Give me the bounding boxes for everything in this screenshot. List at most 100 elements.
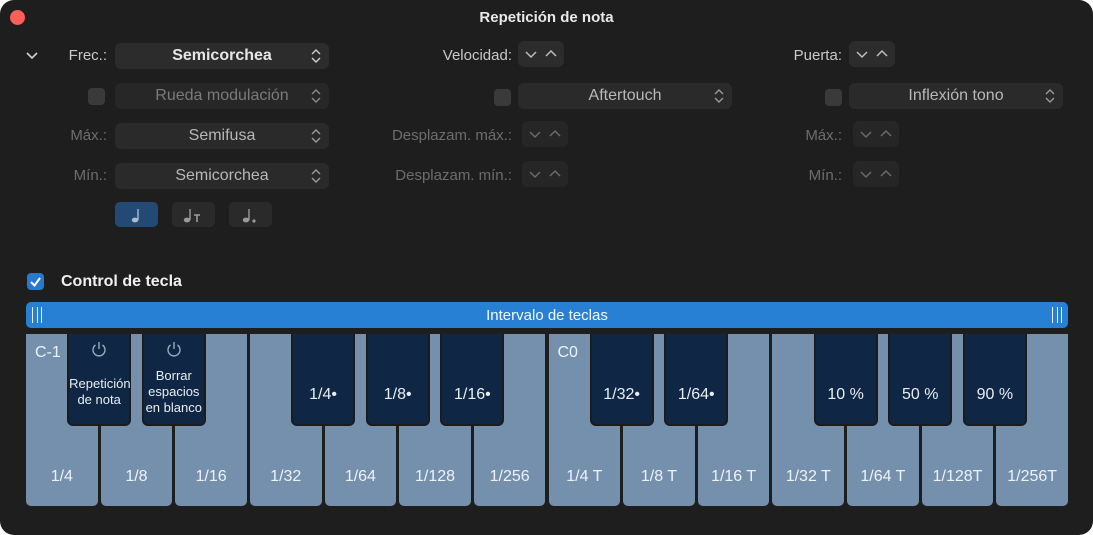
- white-key-label: 1/16: [195, 468, 227, 485]
- gate-modulation-value: Inflexión tono: [908, 87, 1004, 104]
- rate-max-popup[interactable]: Semifusa: [115, 123, 329, 149]
- black-key-label: 90 %: [976, 386, 1014, 403]
- chevron-down-icon[interactable]: [526, 165, 544, 183]
- key-range-bar[interactable]: Intervalo de teclas: [26, 302, 1068, 328]
- chevron-up-icon[interactable]: [877, 165, 895, 183]
- note-repeater-window: Repetición de nota Frec.: Semicorchea Ru…: [0, 0, 1093, 535]
- rate-max-value: Semifusa: [188, 127, 256, 144]
- black-key[interactable]: Repetición de nota: [67, 334, 132, 426]
- black-key[interactable]: Borrar espacios en blanco: [141, 334, 206, 426]
- white-key-label: 1/32 T: [785, 468, 831, 485]
- white-key-label: 1/128: [415, 468, 456, 485]
- rate-label: Frec.:: [68, 47, 107, 64]
- black-key-label: 10 %: [827, 386, 864, 403]
- black-key-label: 50 %: [901, 386, 939, 403]
- note-type-triplet-button[interactable]: [172, 202, 215, 227]
- updown-arrows-icon: [311, 169, 321, 183]
- black-key-label: 1/64•: [677, 386, 715, 403]
- white-key-label: 1/64 T: [860, 468, 906, 485]
- rate-min-popup[interactable]: Semicorchea: [115, 163, 329, 189]
- range-end-handle[interactable]: [1052, 307, 1062, 323]
- updown-arrows-icon: [311, 129, 321, 143]
- white-key-label: 1/128T: [932, 468, 983, 485]
- updown-arrows-icon: [311, 89, 321, 103]
- gate-min-label: Mín.:: [808, 167, 842, 184]
- white-key-label: 1/8: [125, 468, 148, 485]
- chevron-up-icon[interactable]: [877, 125, 895, 143]
- power-icon: [92, 342, 106, 357]
- black-key-label: Borrar espacios en blanco: [145, 368, 202, 415]
- rate-modulation-value: Rueda modulación: [155, 87, 289, 104]
- velocity-min-label: Desplazam. mín.:: [395, 167, 512, 184]
- gate-min-stepper[interactable]: [853, 161, 899, 187]
- rate-min-value: Semicorchea: [175, 167, 269, 184]
- updown-arrows-icon: [1045, 89, 1055, 103]
- checkmark-icon: [30, 277, 41, 288]
- window-title: Repetición de nota: [479, 9, 614, 26]
- chevron-down-icon[interactable]: [24, 48, 40, 64]
- white-key-label: 1/32: [270, 468, 302, 485]
- white-key-label: 1/256T: [1007, 468, 1058, 485]
- key-control-label: Control de tecla: [61, 273, 182, 290]
- chevron-down-icon[interactable]: [853, 45, 871, 63]
- black-key[interactable]: 1/4•: [291, 334, 356, 426]
- black-key[interactable]: 50 %: [888, 334, 953, 426]
- note-type-dotted-button[interactable]: [229, 202, 272, 227]
- velocity-label: Velocidad:: [442, 47, 512, 64]
- velocity-modulation-popup[interactable]: Aftertouch: [518, 83, 732, 109]
- velocity-max-label: Desplazam. máx.:: [391, 127, 512, 144]
- velocity-modulation-value: Aftertouch: [588, 87, 662, 104]
- black-key-label: Repetición de nota: [69, 376, 131, 407]
- octave-label: C0: [557, 344, 578, 361]
- velocity-stepper[interactable]: [518, 41, 564, 67]
- triplet-note-icon: [183, 208, 200, 222]
- chevron-up-icon[interactable]: [546, 125, 564, 143]
- gate-max-stepper[interactable]: [853, 121, 899, 147]
- black-key-label: 1/4•: [309, 386, 337, 403]
- black-key-label: 1/32•: [603, 386, 641, 403]
- black-key[interactable]: 1/32•: [589, 334, 654, 426]
- updown-arrows-icon: [311, 49, 321, 63]
- dotted-note-icon: [242, 208, 256, 223]
- keyboard: 1/4 C-1 1/8 1/16 1/32 1/64 1/128 1/256 1/4 T C0 1/…: [26, 334, 1068, 506]
- rate-modulation-checkbox[interactable]: [88, 88, 105, 105]
- black-key[interactable]: 1/8•: [365, 334, 430, 426]
- range-start-handle[interactable]: [32, 307, 42, 323]
- black-key[interactable]: 1/16•: [440, 334, 505, 426]
- gate-modulation-checkbox[interactable]: [825, 89, 842, 106]
- key-control-checkbox[interactable]: [27, 273, 44, 290]
- black-key-label: 1/8•: [383, 386, 412, 403]
- rate-popup[interactable]: Semicorchea: [115, 43, 329, 69]
- white-key-label: 1/8 T: [640, 468, 678, 485]
- chevron-up-icon[interactable]: [873, 45, 891, 63]
- rate-modulation-popup[interactable]: Rueda modulación: [115, 83, 329, 109]
- black-key[interactable]: 90 %: [962, 334, 1027, 426]
- chevron-up-icon[interactable]: [546, 165, 564, 183]
- rate-max-label: Máx.:: [70, 127, 107, 144]
- updown-arrows-icon: [714, 89, 724, 103]
- black-key[interactable]: 1/64•: [664, 334, 729, 426]
- black-key-label: 1/16•: [453, 386, 491, 403]
- white-key-label: 1/4: [50, 468, 73, 485]
- chevron-up-icon[interactable]: [542, 45, 560, 63]
- chevron-down-icon[interactable]: [857, 165, 875, 183]
- power-icon: [167, 342, 181, 357]
- white-key-label: 1/64: [344, 468, 376, 485]
- chevron-down-icon[interactable]: [522, 45, 540, 63]
- white-key-label: 1/256: [489, 468, 530, 485]
- white-key-label: 1/4 T: [566, 468, 603, 485]
- black-key[interactable]: 10 %: [813, 334, 878, 426]
- chevron-down-icon[interactable]: [857, 125, 875, 143]
- chevron-down-icon[interactable]: [526, 125, 544, 143]
- rate-value: Semicorchea: [172, 47, 272, 64]
- velocity-min-stepper[interactable]: [522, 161, 568, 187]
- velocity-max-stepper[interactable]: [522, 121, 568, 147]
- velocity-modulation-checkbox[interactable]: [494, 89, 511, 106]
- gate-max-label: Máx.:: [805, 127, 842, 144]
- gate-modulation-popup[interactable]: Inflexión tono: [849, 83, 1063, 109]
- gate-stepper[interactable]: [849, 41, 895, 67]
- white-key-label: 1/16 T: [711, 468, 757, 485]
- note-type-normal-button[interactable]: [115, 202, 158, 227]
- key-range-label: Intervalo de teclas: [486, 306, 608, 324]
- gate-label: Puerta:: [793, 47, 842, 64]
